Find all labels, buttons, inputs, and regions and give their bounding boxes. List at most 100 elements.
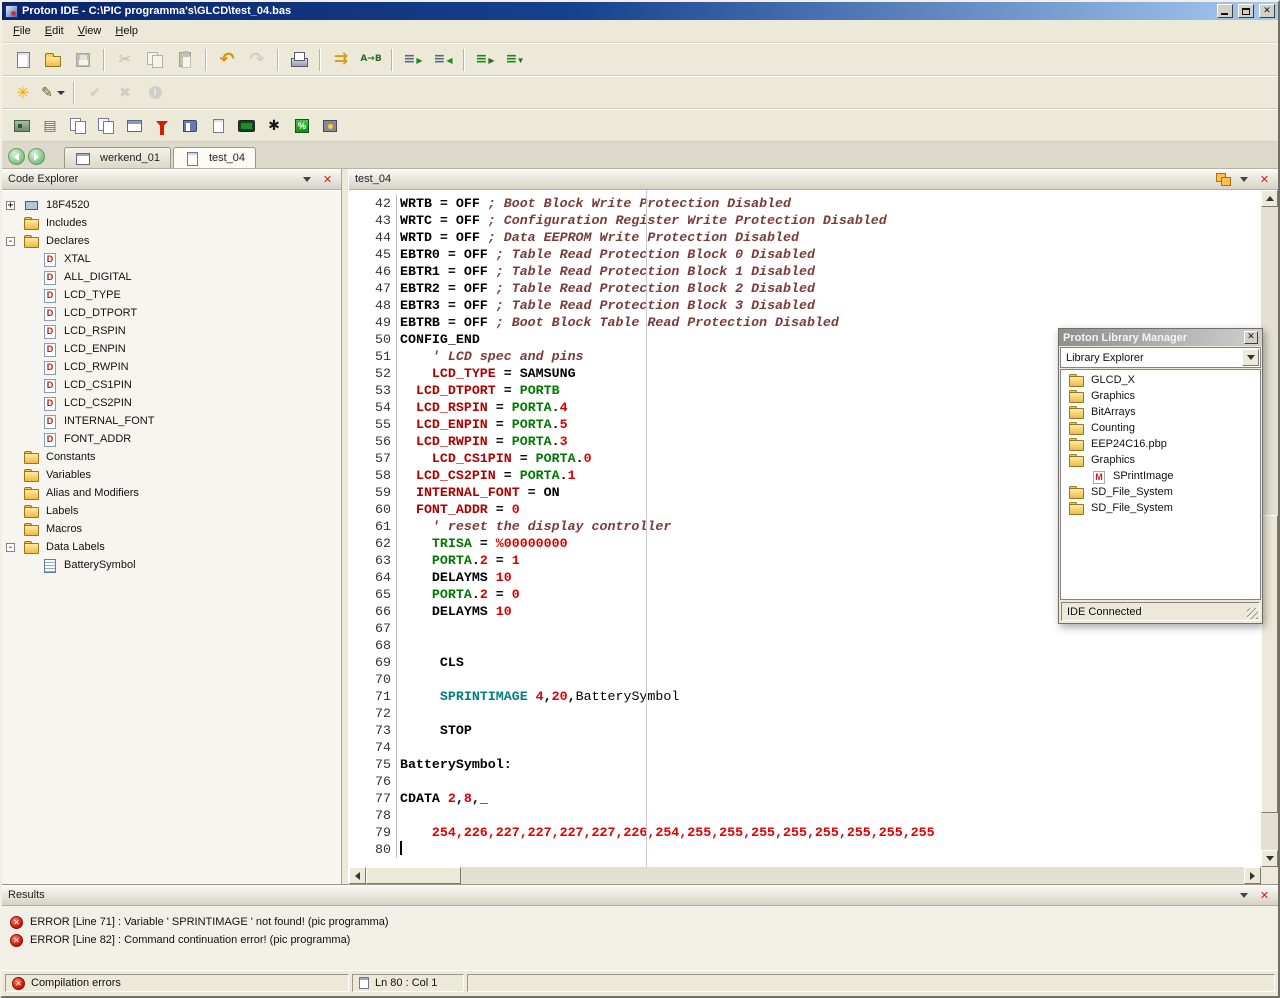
menu-file[interactable]: File	[6, 22, 38, 40]
new-file-button[interactable]	[8, 46, 38, 74]
code-text[interactable]: CDATA 2,8,_	[397, 790, 488, 807]
library-explorer-select[interactable]: Library Explorer	[1060, 347, 1261, 368]
code-text[interactable]: WRTB = OFF ; Boot Block Write Protection…	[397, 195, 791, 212]
library-item-sd-file-system[interactable]: SD_File_System	[1061, 500, 1260, 516]
document-button[interactable]	[204, 113, 232, 139]
explorer-item-internal-font[interactable]: INTERNAL_FONT	[2, 412, 341, 430]
manual-button[interactable]	[176, 113, 204, 139]
code-text[interactable]	[397, 773, 400, 790]
editor-tab-label[interactable]: test_04	[355, 173, 1210, 185]
build-button[interactable]: ✳	[8, 79, 38, 107]
next-marker-button[interactable]	[470, 46, 500, 74]
maximize-button[interactable]	[1238, 4, 1254, 18]
explorer-item-font-addr[interactable]: FONT_ADDR	[2, 430, 341, 448]
document-tab-test-04[interactable]: test_04	[173, 147, 256, 168]
library-manager-close-button[interactable]	[1244, 331, 1258, 344]
explorer-item-variables[interactable]: +Variables	[2, 466, 341, 484]
code-text[interactable]	[397, 807, 400, 824]
explorer-item-lcd-enpin[interactable]: LCD_ENPIN	[2, 340, 341, 358]
compile-program-button[interactable]: A→B	[356, 46, 386, 74]
code-text[interactable]: EBTR3 = OFF ; Table Read Protection Bloc…	[397, 297, 815, 314]
code-text[interactable]: EBTR2 = OFF ; Table Read Protection Bloc…	[397, 280, 815, 297]
scroll-right-button[interactable]	[1244, 867, 1261, 884]
code-text[interactable]: LCD_RSPIN = PORTA.4	[397, 399, 568, 416]
indent-button[interactable]	[398, 46, 428, 74]
code-text[interactable]: EBTR1 = OFF ; Table Read Protection Bloc…	[397, 263, 815, 280]
code-text[interactable]: CLS	[397, 654, 464, 671]
nav-forward-button[interactable]	[28, 148, 45, 165]
code-text[interactable]: FONT_ADDR = 0	[397, 501, 520, 518]
code-text[interactable]: INTERNAL_FONT = ON	[397, 484, 560, 501]
menu-help[interactable]: Help	[108, 22, 145, 40]
scroll-down-button[interactable]	[1261, 850, 1278, 867]
library-manager-titlebar[interactable]: Proton Library Manager	[1059, 329, 1262, 346]
explorer-item-includes[interactable]: +Includes	[2, 214, 341, 232]
code-text[interactable]: DELAYMS 10	[397, 569, 512, 586]
explorer-item-all-digital[interactable]: ALL_DIGITAL	[2, 268, 341, 286]
library-item-graphics[interactable]: Graphics	[1061, 452, 1260, 468]
compile-button[interactable]: ⇉	[326, 46, 356, 74]
explorer-item-data-labels[interactable]: -Data Labels	[2, 538, 341, 556]
library-item-bitarrays[interactable]: BitArrays	[1061, 404, 1260, 420]
code-text[interactable]: EBTR0 = OFF ; Table Read Protection Bloc…	[397, 246, 815, 263]
code-explorer-close-button[interactable]	[320, 172, 335, 186]
programmer-button[interactable]	[8, 113, 36, 139]
explorer-item-constants[interactable]: +Constants	[2, 448, 341, 466]
library-item-eep24c16-pbp[interactable]: EEP24C16.pbp	[1061, 436, 1260, 452]
library-item-sprintimage[interactable]: SPrintImage	[1061, 468, 1260, 484]
menu-view[interactable]: View	[71, 22, 109, 40]
scroll-up-button[interactable]	[1261, 190, 1278, 207]
library-item-glcd-x[interactable]: GLCD_X	[1061, 372, 1260, 388]
code-text[interactable]: LCD_ENPIN = PORTA.5	[397, 416, 568, 433]
library-item-sd-file-system[interactable]: SD_File_System	[1061, 484, 1260, 500]
explorer-item-lcd-rspin[interactable]: LCD_RSPIN	[2, 322, 341, 340]
vertical-scrollbar[interactable]	[1261, 190, 1278, 867]
code-text[interactable]: SPRINTIMAGE 4,20,BatterySymbol	[397, 688, 679, 705]
lcd-simulator-button[interactable]	[232, 113, 260, 139]
explorer-item-lcd-dtport[interactable]: LCD_DTPORT	[2, 304, 341, 322]
vertical-scroll-thumb[interactable]	[1261, 515, 1278, 813]
form-view-button[interactable]	[120, 113, 148, 139]
dropdown-arrow-icon[interactable]	[57, 91, 65, 95]
code-text[interactable]: ' reset the display controller	[397, 518, 671, 535]
code-text[interactable]: STOP	[397, 722, 472, 739]
code-text[interactable]: LCD_CS1PIN = PORTA.0	[397, 450, 592, 467]
expander-icon[interactable]: -	[6, 237, 15, 246]
explorer-item-alias-and-modifiers[interactable]: +Alias and Modifiers	[2, 484, 341, 502]
code-text[interactable]: LCD_CS2PIN = PORTA.1	[397, 467, 576, 484]
code-text[interactable]: BatterySymbol:	[397, 756, 512, 773]
explorer-item-lcd-type[interactable]: LCD_TYPE	[2, 286, 341, 304]
percent-view-button[interactable]	[288, 113, 316, 139]
debugger-button[interactable]: ✱	[260, 113, 288, 139]
clear-markers-button[interactable]	[500, 46, 530, 74]
editor-menu-button[interactable]	[1236, 172, 1251, 186]
horizontal-scrollbar[interactable]	[349, 867, 1261, 884]
document-tab-werkend-01[interactable]: werkend_01	[64, 147, 171, 168]
menu-edit[interactable]: Edit	[38, 22, 71, 40]
code-text[interactable]: TRISA = %00000000	[397, 535, 568, 552]
code-text[interactable]: ' LCD spec and pins	[397, 348, 584, 365]
horizontal-scroll-thumb[interactable]	[366, 867, 461, 884]
explorer-item-lcd-rwpin[interactable]: LCD_RWPIN	[2, 358, 341, 376]
results-menu-button[interactable]	[1236, 888, 1251, 902]
explorer-item-xtal[interactable]: XTAL	[2, 250, 341, 268]
code-text[interactable]	[397, 841, 402, 858]
close-button[interactable]	[1259, 4, 1275, 18]
code-text[interactable]: CONFIG_END	[397, 331, 480, 348]
library-item-counting[interactable]: Counting	[1061, 420, 1260, 436]
code-text[interactable]: LCD_DTPORT = PORTB	[397, 382, 560, 399]
nav-back-button[interactable]	[8, 148, 25, 165]
explorer-item-18f4520[interactable]: +18F4520	[2, 196, 341, 214]
explorer-item-declares[interactable]: -Declares	[2, 232, 341, 250]
combo-dropdown-button[interactable]	[1242, 349, 1259, 366]
code-text[interactable]: 254,226,227,227,227,227,226,254,255,255,…	[397, 824, 935, 841]
resize-grip[interactable]	[1247, 608, 1258, 619]
explorer-item-labels[interactable]: +Labels	[2, 502, 341, 520]
code-text[interactable]: WRTD = OFF ; Data EEPROM Write Protectio…	[397, 229, 799, 246]
scroll-left-button[interactable]	[349, 867, 366, 884]
code-text[interactable]	[397, 705, 400, 722]
explorer-item-macros[interactable]: +Macros	[2, 520, 341, 538]
code-text[interactable]	[397, 620, 400, 637]
filter-button[interactable]	[148, 113, 176, 139]
print-button[interactable]	[284, 46, 314, 74]
